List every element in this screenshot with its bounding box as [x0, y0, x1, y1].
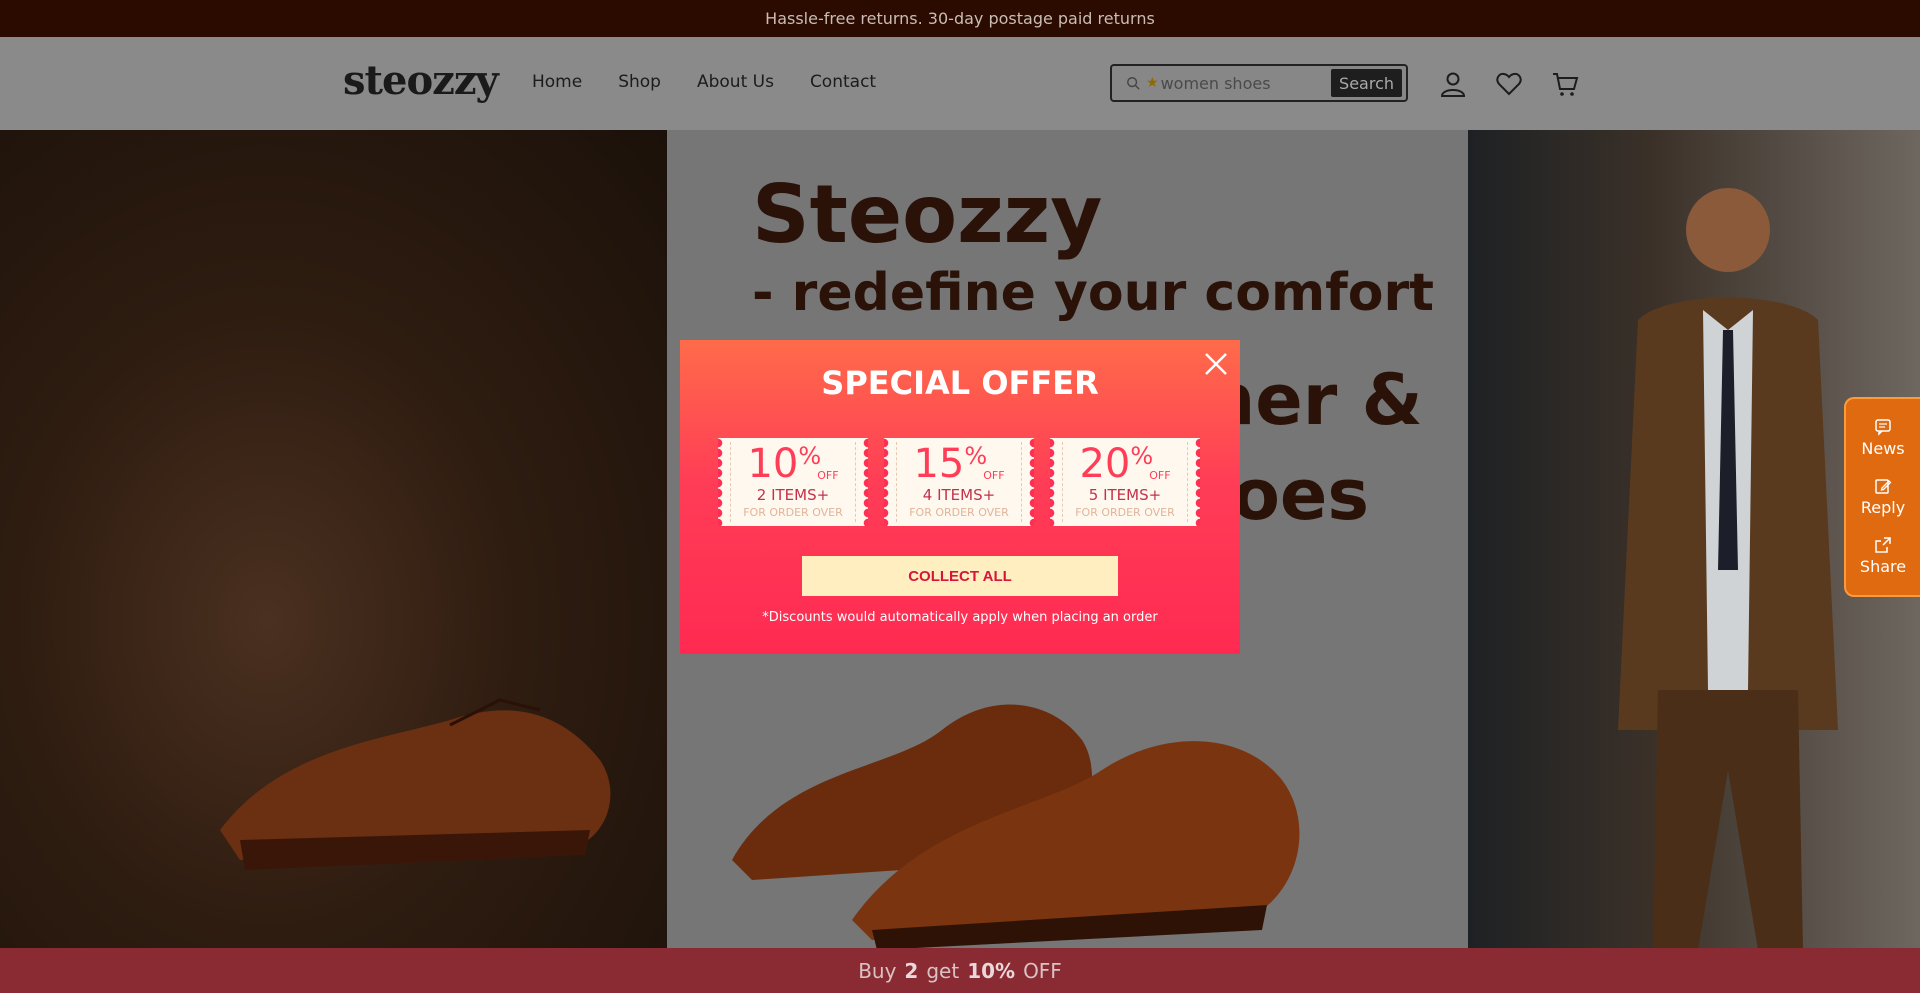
wishlist-icon[interactable] — [1495, 70, 1523, 98]
search-icon — [1127, 77, 1140, 90]
special-offer-modal: SPECIAL OFFER 10%OFF 2 ITEMS+ FOR ORDER … — [680, 340, 1240, 654]
promo-qty: 2 — [904, 958, 919, 983]
reply-label: Reply — [1860, 497, 1906, 517]
coupon-items: 2 ITEMS+ — [756, 486, 830, 504]
search-box[interactable]: ★ women shoes Search — [1110, 64, 1408, 102]
side-toolbar: News Reply Share — [1844, 397, 1920, 597]
nav-shop[interactable]: Shop — [618, 72, 661, 92]
collect-all-button[interactable]: COLLECT ALL — [802, 556, 1118, 596]
coupon-percent-symbol: % — [964, 442, 988, 470]
logo-text: steozzy — [343, 57, 499, 104]
promo-discount: 10% — [967, 958, 1016, 983]
announcement-text: Hassle-free returns. 30-day postage paid… — [765, 9, 1155, 28]
hero-line-2: - redefine your comfort — [752, 263, 1434, 323]
man-figure-image — [1618, 188, 1838, 948]
nav-home[interactable]: Home — [532, 72, 582, 92]
coupon-percent: 15 — [913, 441, 965, 487]
nav-about-us[interactable]: About Us — [697, 72, 774, 92]
promo-prefix: Buy — [858, 958, 897, 983]
hero-image-craftsman — [0, 130, 667, 948]
coupon-items: 5 ITEMS+ — [1088, 486, 1162, 504]
discount-note: *Discounts would automatically apply whe… — [762, 610, 1158, 625]
account-icon[interactable] — [1439, 70, 1467, 98]
news-label: News — [1861, 439, 1905, 459]
site-logo[interactable]: steozzy — [343, 57, 499, 104]
search-input[interactable]: women shoes — [1161, 74, 1331, 93]
coupon-subtitle: FOR ORDER OVER — [1075, 506, 1175, 519]
modal-title: SPECIAL OFFER — [821, 364, 1099, 402]
cart-icon[interactable] — [1551, 70, 1579, 98]
promo-suffix: OFF — [1023, 958, 1062, 983]
coupon-off: OFF — [1149, 469, 1171, 482]
coupon-20-off[interactable]: 20%OFF 5 ITEMS+ FOR ORDER OVER — [1050, 438, 1200, 526]
coupon-list: 10%OFF 2 ITEMS+ FOR ORDER OVER 15%OFF 4 … — [718, 438, 1200, 526]
coupon-off: OFF — [817, 469, 839, 482]
coupon-percent-symbol: % — [798, 442, 822, 470]
hero-headline: Steozzy - redefine your comfort ther & h… — [752, 168, 1434, 531]
coupon-15-off[interactable]: 15%OFF 4 ITEMS+ FOR ORDER OVER — [884, 438, 1034, 526]
coupon-percent: 10 — [747, 441, 799, 487]
shoe-image — [220, 698, 611, 870]
star-icon: ★ — [1146, 75, 1159, 91]
coupon-percent-symbol: % — [1130, 442, 1154, 470]
nav-contact[interactable]: Contact — [810, 72, 876, 92]
main-nav: Home Shop About Us Contact — [532, 72, 876, 92]
coupon-items: 4 ITEMS+ — [922, 486, 996, 504]
promo-mid: get — [926, 958, 960, 983]
coupon-10-off[interactable]: 10%OFF 2 ITEMS+ FOR ORDER OVER — [718, 438, 868, 526]
announcement-bar: Hassle-free returns. 30-day postage paid… — [0, 0, 1920, 37]
search-button[interactable]: Search — [1331, 69, 1402, 97]
shoe-pair-image — [732, 704, 1300, 948]
hero-line-1: Steozzy — [752, 168, 1103, 261]
news-tool[interactable]: News — [1861, 418, 1905, 459]
share-label: Share — [1859, 556, 1907, 576]
share-icon — [1875, 536, 1891, 553]
coupon-off: OFF — [983, 469, 1005, 482]
coupon-percent: 20 — [1079, 441, 1131, 487]
edit-icon — [1875, 479, 1892, 494]
coupon-subtitle: FOR ORDER OVER — [909, 506, 1009, 519]
reply-tool[interactable]: Reply — [1861, 477, 1905, 517]
promo-bar[interactable]: Buy 2 get 10% OFF — [0, 948, 1920, 993]
site-header: steozzy Home Shop About Us Contact ★ wom… — [0, 37, 1920, 130]
chat-icon — [1875, 419, 1891, 437]
coupon-subtitle: FOR ORDER OVER — [743, 506, 843, 519]
share-tool[interactable]: Share — [1860, 536, 1906, 576]
